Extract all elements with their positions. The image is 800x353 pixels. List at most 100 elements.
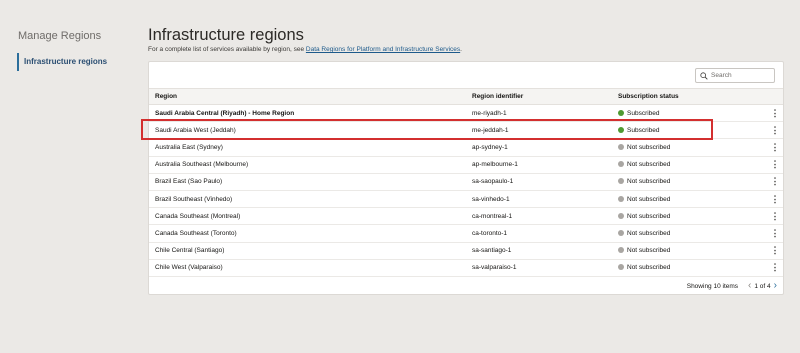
table-header-row: Region Region identifier Subscription st… [149, 88, 783, 105]
region-identifier: sa-santiago-1 [466, 242, 612, 260]
items-count: Showing 10 items [686, 282, 739, 290]
status-label: Not subscribed [627, 247, 671, 255]
column-header-region[interactable]: Region [149, 88, 466, 105]
region-name: Saudi Arabia West (Jeddah) [149, 121, 466, 140]
region-identifier: me-jeddah-1 [466, 121, 612, 140]
subscription-status: Not subscribed [612, 190, 767, 209]
page-title: Infrastructure regions [148, 26, 304, 44]
status-dot-icon [618, 229, 624, 236]
region-name: Brazil East (Sao Paulo) [149, 173, 466, 191]
table-row[interactable]: Brazil Southeast (Vinhedo) sa-vinhedo-1 No… [149, 190, 783, 209]
row-actions: ⋮ [767, 242, 783, 260]
status-dot-icon [618, 126, 624, 133]
status-label: Not subscribed [627, 161, 671, 169]
more-actions-icon[interactable]: ⋮ [771, 142, 780, 152]
status-dot-icon [618, 247, 624, 254]
status-dot-icon [618, 143, 624, 150]
more-actions-icon[interactable]: ⋮ [771, 228, 780, 238]
more-actions-icon[interactable]: ⋮ [771, 211, 780, 221]
region-identifier: sa-saopaulo-1 [466, 173, 612, 191]
row-actions: ⋮ [767, 207, 783, 226]
sidebar-item-infrastructure-regions[interactable]: Infrastructure regions [17, 53, 123, 71]
region-name: Australia Southeast (Melbourne) [149, 156, 466, 174]
region-name: Canada Southeast (Toronto) [149, 224, 466, 243]
region-identifier: me-riyadh-1 [466, 104, 612, 123]
regions-table: Region Region identifier Subscription st… [149, 88, 783, 277]
page-description: For a complete list of services availabl… [148, 46, 462, 53]
status-label: Subscribed [627, 109, 660, 117]
status-label: Not subscribed [627, 195, 671, 203]
subscription-status: Not subscribed [612, 242, 767, 260]
row-actions: ⋮ [767, 156, 783, 174]
region-identifier: sa-valparaiso-1 [466, 259, 612, 277]
region-identifier: ca-toronto-1 [466, 224, 612, 243]
status-label: Not subscribed [627, 264, 671, 272]
region-identifier: ca-montreal-1 [466, 207, 612, 226]
search-icon [700, 71, 708, 80]
region-name: Canada Southeast (Montreal) [149, 207, 466, 226]
table-row[interactable]: Australia Southeast (Melbourne) ap-melbou… [149, 156, 783, 174]
status-label: Not subscribed [627, 143, 671, 151]
description-text: For a complete list of services availabl… [148, 46, 306, 53]
table-row[interactable]: Chile Central (Santiago) sa-santiago-1 Not… [149, 242, 783, 260]
table-row[interactable]: Australia East (Sydney) ap-sydney-1 Not su… [149, 138, 783, 157]
regions-panel: Region Region identifier Subscription st… [148, 61, 784, 295]
subscription-status: Not subscribed [612, 173, 767, 191]
region-name: Chile West (Valparaiso) [149, 259, 466, 277]
region-identifier: sa-vinhedo-1 [466, 190, 612, 209]
region-identifier: ap-sydney-1 [466, 138, 612, 157]
row-actions: ⋮ [767, 104, 783, 123]
row-actions: ⋮ [767, 138, 783, 157]
column-header-region-identifier[interactable]: Region identifier [466, 88, 612, 105]
more-actions-icon[interactable]: ⋮ [771, 176, 780, 186]
status-dot-icon [618, 212, 624, 219]
column-header-actions [767, 88, 783, 105]
left-navigation: Manage Regions Infrastructure regions [0, 0, 135, 353]
region-identifier: ap-melbourne-1 [466, 156, 612, 174]
table-footer: Showing 10 items ‹ 1 of 4 › [687, 281, 777, 291]
status-label: Subscribed [627, 126, 660, 134]
row-actions: ⋮ [767, 173, 783, 191]
table-row[interactable]: Saudi Arabia West (Jeddah) me-jeddah-1 Sub… [149, 121, 783, 140]
more-actions-icon[interactable]: ⋮ [771, 245, 780, 255]
subscription-status: Not subscribed [612, 259, 767, 277]
pagination: ‹ 1 of 4 › [748, 281, 777, 291]
more-actions-icon[interactable]: ⋮ [771, 125, 780, 135]
status-dot-icon [618, 264, 624, 271]
more-actions-icon[interactable]: ⋮ [771, 262, 780, 272]
table-row[interactable]: Canada Southeast (Montreal) ca-montreal-1… [149, 207, 783, 226]
column-header-subscription-status[interactable]: Subscription status [612, 88, 767, 105]
status-dot-icon [618, 195, 624, 202]
row-actions: ⋮ [767, 224, 783, 243]
search-box[interactable] [695, 68, 775, 83]
nav-title: Manage Regions [18, 30, 102, 42]
subscription-status: Not subscribed [612, 138, 767, 157]
status-dot-icon [618, 178, 624, 185]
subscription-status: Subscribed [612, 121, 767, 140]
more-actions-icon[interactable]: ⋮ [771, 159, 780, 169]
region-name: Chile Central (Santiago) [149, 242, 466, 260]
table-row[interactable]: Saudi Arabia Central (Riyadh) - Home Reg… [149, 104, 783, 123]
data-regions-link[interactable]: Data Regions for Platform and Infrastruc… [306, 46, 460, 53]
status-label: Not subscribed [627, 212, 671, 220]
chevron-right-icon[interactable]: › [774, 281, 777, 291]
table-row[interactable]: Chile West (Valparaiso) sa-valparaiso-1 No… [149, 259, 783, 277]
region-name: Brazil Southeast (Vinhedo) [149, 190, 466, 209]
subscription-status: Not subscribed [612, 224, 767, 243]
more-actions-icon[interactable]: ⋮ [771, 194, 780, 204]
row-actions: ⋮ [767, 259, 783, 277]
status-dot-icon [618, 109, 624, 116]
region-name: Australia East (Sydney) [149, 138, 466, 157]
row-actions: ⋮ [767, 121, 783, 140]
table-row[interactable]: Canada Southeast (Toronto) ca-toronto-1 No… [149, 224, 783, 243]
table-row[interactable]: Brazil East (Sao Paulo) sa-saopaulo-1 Not … [149, 173, 783, 191]
region-name: Saudi Arabia Central (Riyadh) - Home Reg… [149, 104, 466, 123]
row-actions: ⋮ [767, 190, 783, 209]
chevron-left-icon[interactable]: ‹ [748, 281, 751, 291]
search-input[interactable] [711, 72, 771, 79]
status-dot-icon [618, 161, 624, 168]
page-info: 1 of 4 [754, 282, 771, 290]
description-suffix: . [460, 46, 462, 53]
more-actions-icon[interactable]: ⋮ [771, 108, 780, 118]
subscription-status: Not subscribed [612, 156, 767, 174]
